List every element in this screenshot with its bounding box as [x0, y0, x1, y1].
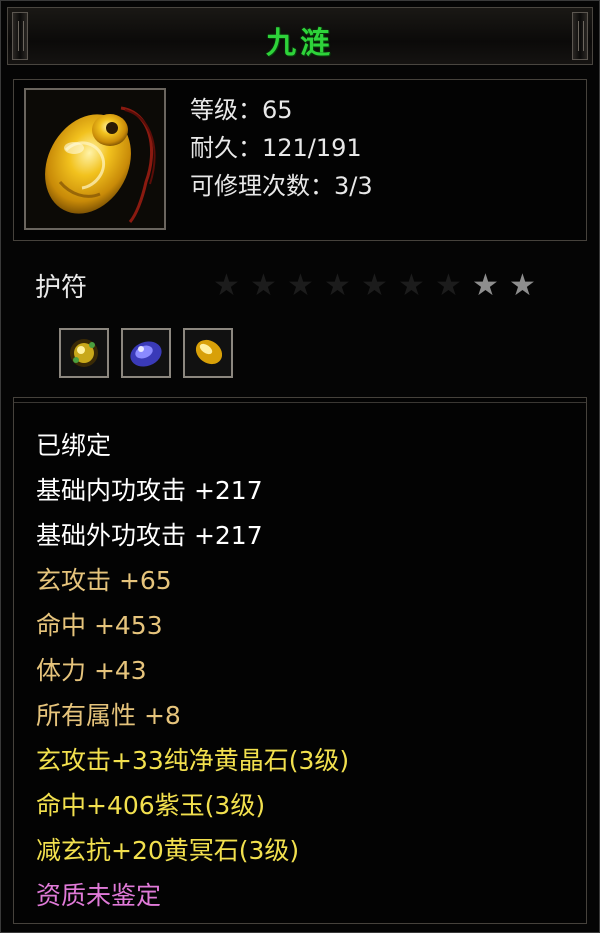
yellow-crystal-gem-icon [70, 339, 98, 367]
attribute-line: 命中+406紫玉(3级) [36, 791, 266, 820]
star-icon-filled: ★ [472, 268, 499, 303]
attribute-line: 基础内功攻击 +217 [36, 476, 263, 505]
attribute-line: 体力 +43 [36, 656, 147, 685]
purple-jade-gem-icon [130, 341, 162, 367]
durability-stat: 耐久：121/191 [190, 134, 362, 162]
item-tooltip: 九涟 等级：65 耐久：121/191 可修理次数：3/3 护符 ★ ★ ★ ★… [0, 0, 600, 933]
item-name: 九涟 [266, 26, 334, 61]
gem-slot-2[interactable] [121, 328, 171, 378]
gem-slot-1[interactable] [59, 328, 109, 378]
attribute-line: 玄攻击 +65 [36, 566, 172, 595]
attribute-line: 已绑定 [36, 431, 112, 460]
attribute-line: 所有属性 +8 [36, 701, 181, 730]
attributes-panel: 已绑定基础内功攻击 +217 基础外功攻击 +217 玄攻击 +65 命中 +453 体… [13, 397, 587, 924]
star-icon-empty: ★ [398, 268, 425, 303]
gem-slot-3[interactable] [183, 328, 233, 378]
attribute-line: 命中 +453 [36, 611, 163, 640]
attribute-line: 资质未鉴定 [36, 881, 162, 910]
item-header-panel: 等级：65 耐久：121/191 可修理次数：3/3 [13, 79, 587, 241]
star-icon-empty: ★ [287, 268, 314, 303]
repair-count-stat: 可修理次数：3/3 [190, 172, 373, 200]
attribute-line: 减玄抗+20黄冥石(3级) [36, 836, 300, 865]
attribute-line: 玄攻击+33纯净黄晶石(3级) [36, 746, 350, 775]
item-type: 护符 [35, 273, 88, 303]
star-icon-empty: ★ [361, 268, 388, 303]
level-stat: 等级：65 [190, 96, 293, 124]
item-icon-frame[interactable] [24, 88, 166, 230]
yellow-dark-stone-gem-icon [195, 339, 223, 365]
star-icon-empty: ★ [213, 268, 240, 303]
star-icon-empty: ★ [324, 268, 351, 303]
attribute-line: 基础外功攻击 +217 [36, 521, 263, 550]
amulet-icon [45, 106, 156, 223]
star-icon-empty: ★ [435, 268, 462, 303]
star-icon-empty: ★ [250, 268, 277, 303]
title-bar: 九涟 [7, 7, 593, 65]
star-icon-filled: ★ [509, 268, 536, 303]
